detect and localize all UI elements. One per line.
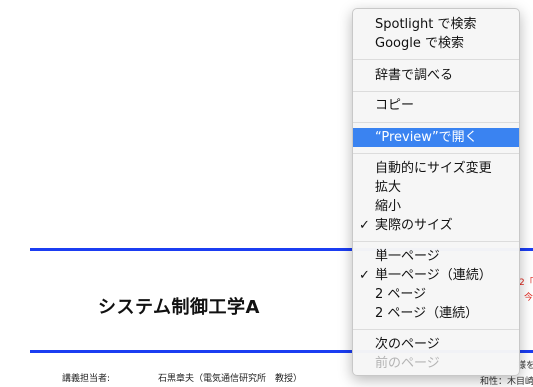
menu-item-label: 単一ページ（連続） [375, 268, 492, 283]
menu-separator [353, 59, 519, 60]
context-menu: Spotlight で検索 Google で検索 辞書で調べる コピー “Pre… [352, 8, 520, 376]
checkmark-icon: ✓ [359, 218, 370, 233]
menu-item-dictionary[interactable]: 辞書で調べる [353, 66, 519, 85]
menu-item-label: 実際のサイズ [375, 218, 453, 233]
instructor-value: 石黒章夫（電気通信研究所 教授） [158, 374, 303, 384]
menu-item-zoom-in[interactable]: 拡大 [353, 178, 519, 197]
menu-item-zoom-out[interactable]: 縮小 [353, 197, 519, 216]
menu-separator [353, 241, 519, 242]
menu-item-open-in-preview[interactable]: “Preview”で開く [353, 128, 519, 147]
menu-item-next-page[interactable]: 次のページ [353, 335, 519, 354]
document-title: システム制御工学A [98, 297, 260, 318]
menu-separator [353, 122, 519, 123]
menu-item-two-pages-continuous[interactable]: 2 ページ（連続） [353, 304, 519, 323]
menu-item-copy[interactable]: コピー [353, 96, 519, 115]
edge-text-red-2: 今 [524, 293, 533, 303]
menu-item-spotlight-search[interactable]: Spotlight で検索 [353, 15, 519, 34]
menu-item-previous-page: 前のページ [375, 356, 440, 371]
edge-text-red-1: 2「 [519, 278, 533, 288]
menu-item-google-search[interactable]: Google で検索 [353, 34, 519, 53]
menu-item-single-page-continuous[interactable]: ✓ 単一ページ（連続） [353, 266, 519, 285]
menu-separator [353, 153, 519, 154]
instructor-label: 講義担当者: [62, 374, 111, 384]
menu-separator [353, 329, 519, 330]
checkmark-icon: ✓ [359, 268, 370, 283]
menu-item-actual-size[interactable]: ✓ 実際のサイズ [353, 216, 519, 235]
menu-item-two-pages[interactable]: 2 ページ [353, 285, 519, 304]
menu-separator [353, 91, 519, 92]
menu-item-single-page[interactable]: 単一ページ [353, 247, 519, 266]
menu-item-auto-resize[interactable]: 自動的にサイズ変更 [353, 159, 519, 178]
